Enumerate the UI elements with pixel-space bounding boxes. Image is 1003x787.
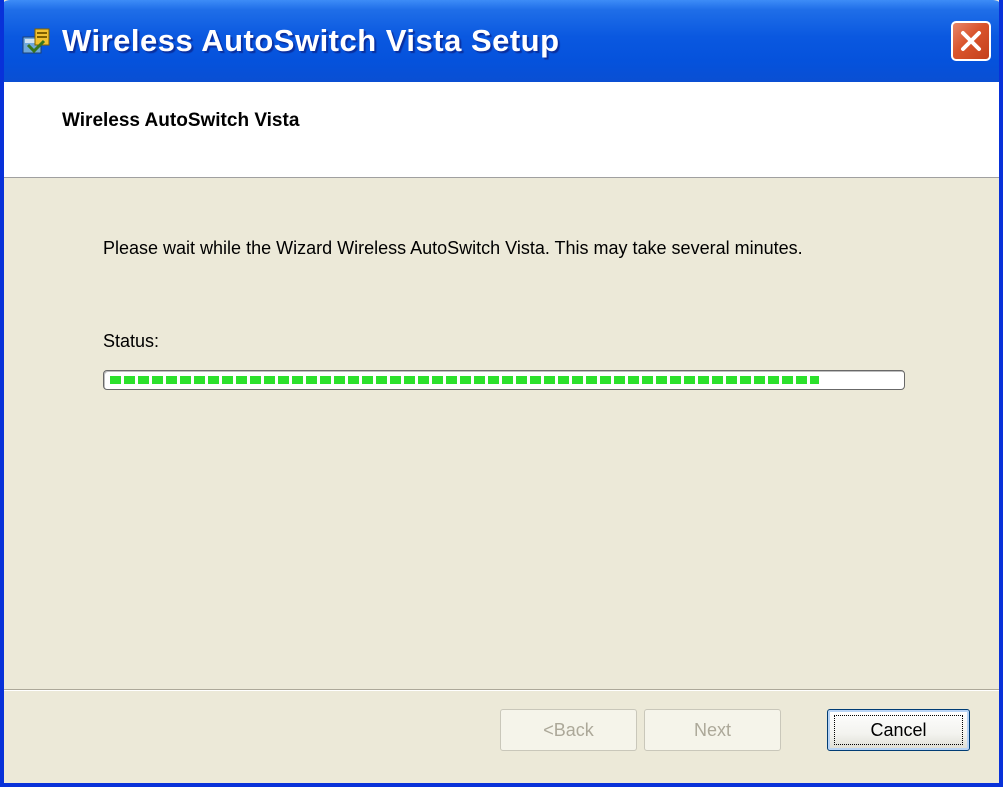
status-label: Status: xyxy=(103,331,160,351)
setup-window: Wireless AutoSwitch Vista Setup Wireless… xyxy=(0,0,1003,787)
back-button[interactable]: <Back xyxy=(500,709,637,751)
header-banner: Wireless AutoSwitch Vista xyxy=(4,82,999,178)
description-text: Please wait while the Wizard Wireless Au… xyxy=(103,238,803,258)
close-button[interactable] xyxy=(951,21,991,61)
window-title: Wireless AutoSwitch Vista Setup xyxy=(62,23,560,58)
title-bar[interactable]: Wireless AutoSwitch Vista Setup xyxy=(4,0,999,82)
progress-fill xyxy=(110,376,819,384)
banner-title: Wireless AutoSwitch Vista xyxy=(62,110,300,131)
footer-separator xyxy=(4,689,999,691)
close-icon xyxy=(961,31,981,51)
cancel-button-label: Cancel xyxy=(870,720,927,740)
next-button[interactable]: Next xyxy=(644,709,781,751)
content-area: Please wait while the Wizard Wireless Au… xyxy=(4,178,999,691)
cancel-button[interactable]: Cancel xyxy=(827,709,970,751)
progress-bar xyxy=(103,370,905,390)
setup-installer-icon xyxy=(22,28,50,54)
